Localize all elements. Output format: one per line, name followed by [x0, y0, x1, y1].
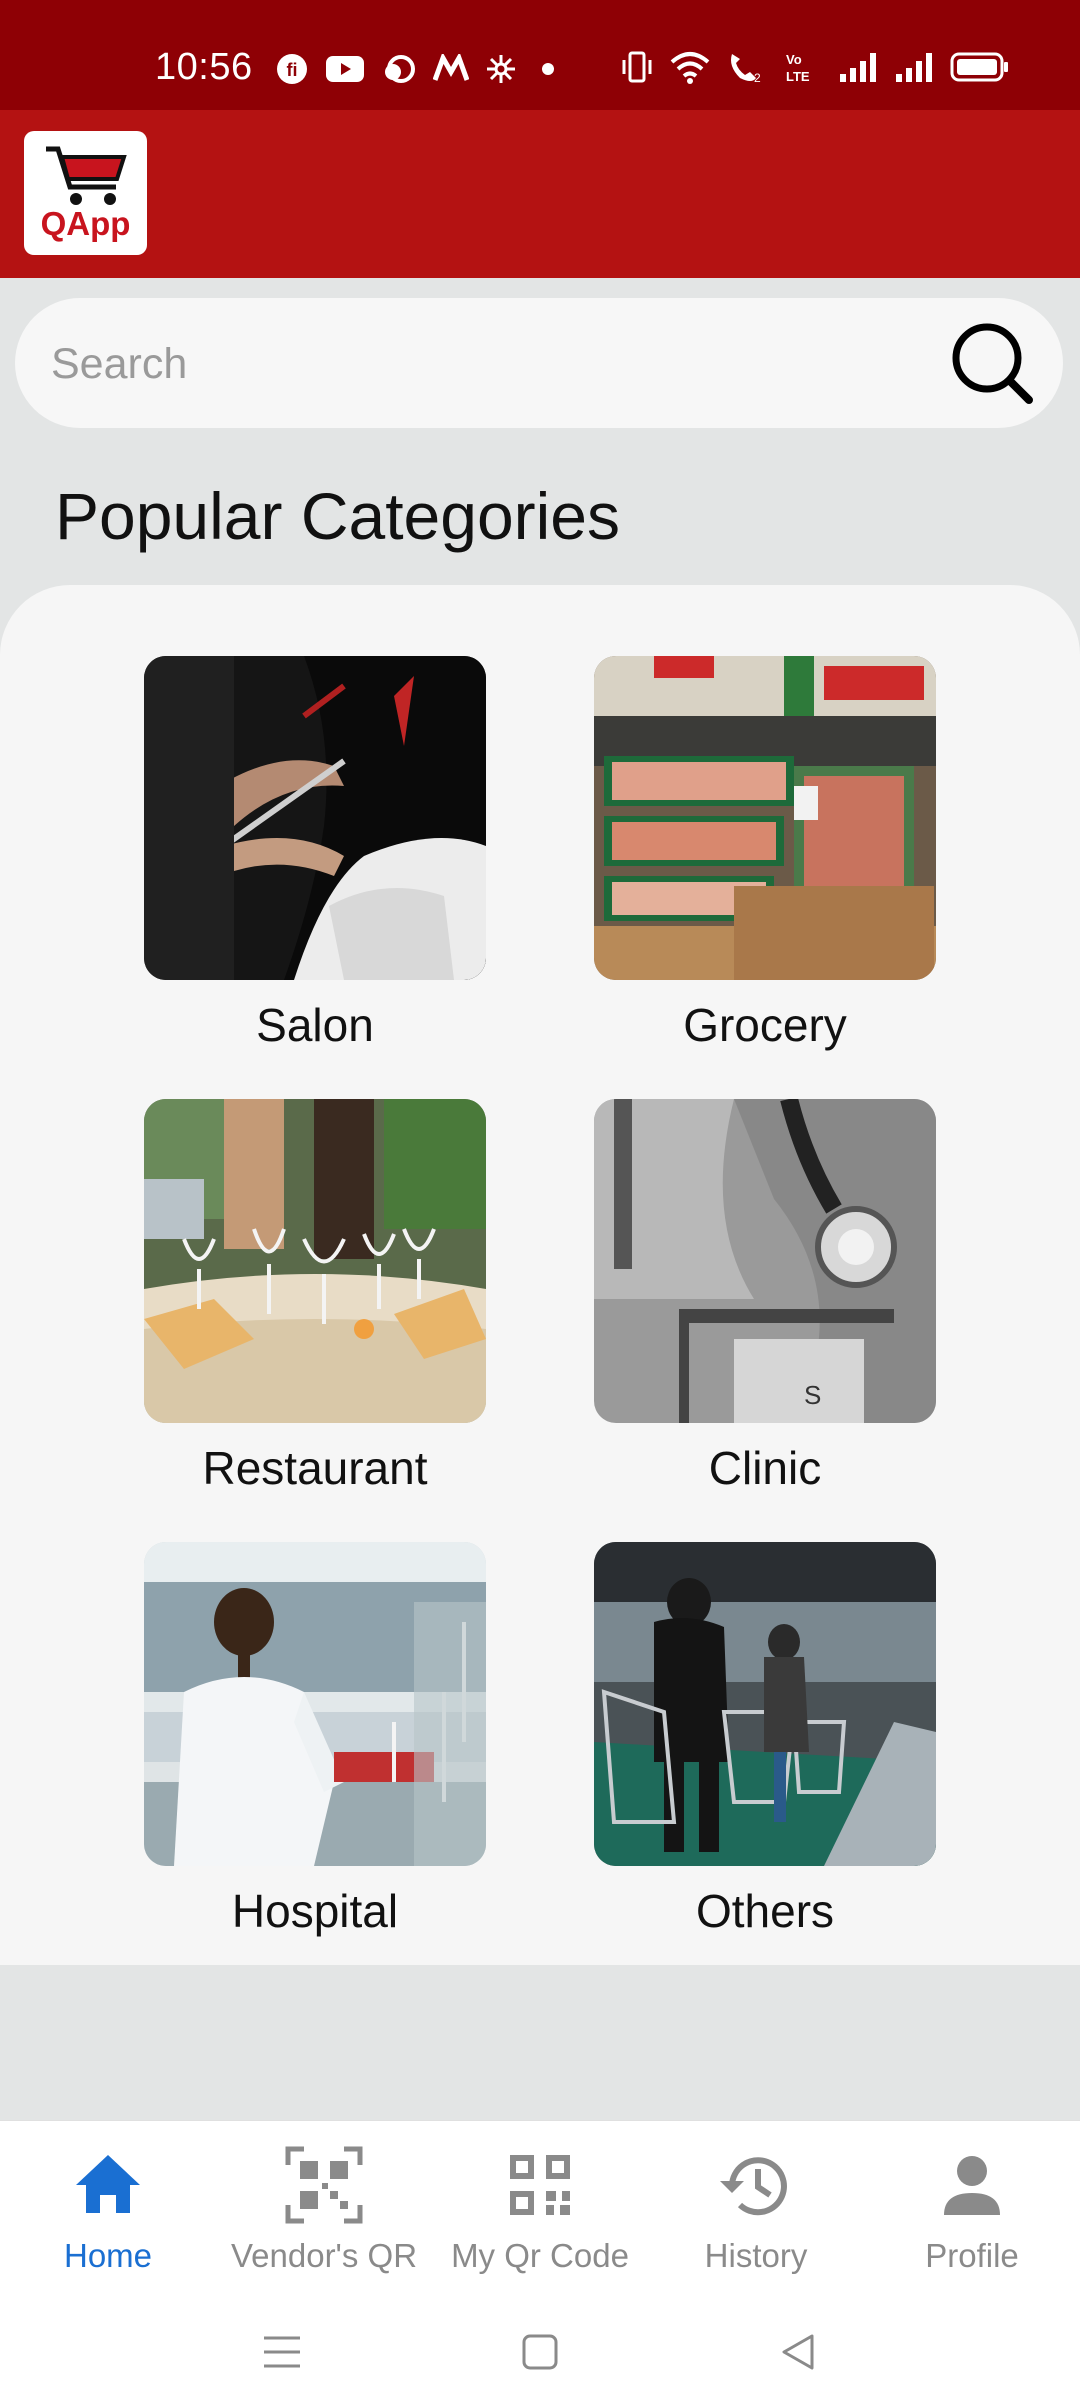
nav-profile[interactable]: Profile: [864, 2145, 1080, 2275]
categories-panel: Salon Grocery Restaurant S Clinic Hospit…: [0, 585, 1080, 1965]
signal-icon-2: [896, 53, 932, 82]
nav-my-qr-code[interactable]: My Qr Code: [432, 2145, 648, 2275]
status-time: 10:56: [155, 46, 253, 88]
app-logo[interactable]: QApp: [24, 131, 147, 255]
wifi-calling-icon: 2: [731, 54, 761, 84]
category-hospital[interactable]: Hospital: [144, 1542, 486, 1938]
system-status-icons: 2 Vo LTE: [620, 50, 1010, 84]
salon-photo: [144, 656, 486, 980]
home-square-icon[interactable]: [520, 2332, 560, 2372]
svg-text:LTE: LTE: [786, 69, 810, 84]
nav-label: Home: [63, 2237, 153, 2274]
clinic-photo: S: [594, 1099, 936, 1423]
battery-icon: [950, 52, 1008, 82]
category-label: Clinic: [708, 1442, 822, 1494]
home-icon: [76, 2155, 140, 2213]
category-label: Grocery: [683, 999, 847, 1051]
status-bar: 10:56 fi 2 Vo LTE: [0, 0, 1080, 110]
category-clinic[interactable]: S Clinic: [594, 1099, 936, 1495]
category-others[interactable]: Others: [594, 1542, 936, 1938]
others-photo: [594, 1542, 936, 1866]
qr-scan-icon: [285, 2146, 363, 2224]
category-salon[interactable]: Salon: [144, 656, 486, 1052]
section-title: Popular Categories: [55, 479, 620, 553]
category-label: Salon: [256, 999, 374, 1051]
nav-vendors-qr[interactable]: Vendor's QR: [216, 2145, 432, 2275]
notification-icons: fi: [275, 52, 563, 86]
menu-icon[interactable]: [262, 2332, 302, 2372]
category-label: Hospital: [231, 1885, 399, 1937]
category-label: Others: [695, 1885, 835, 1937]
nav-label: My Qr Code: [451, 2237, 629, 2274]
bottom-nav: Home Vendor's QR My Qr Code History Prof…: [0, 2120, 1080, 2290]
category-grocery[interactable]: Grocery: [594, 656, 936, 1052]
app-notification-icon: fi: [277, 54, 307, 84]
nav-label: Profile: [925, 2237, 1019, 2274]
person-icon: [944, 2156, 1000, 2215]
grocery-photo: [594, 656, 936, 980]
cloud-icon: [385, 55, 415, 83]
hospital-photo: [144, 1542, 486, 1866]
signal-icon-1: [840, 53, 876, 82]
youtube-icon: [326, 56, 364, 82]
category-label: Restaurant: [202, 1442, 428, 1494]
logo-text: QApp: [40, 205, 131, 242]
vibrate-icon: [622, 51, 652, 83]
nav-label: Vendor's QR: [230, 2237, 418, 2274]
system-nav-bar: [0, 2290, 1080, 2400]
dot-icon: [542, 63, 554, 75]
nav-history[interactable]: History: [648, 2145, 864, 2275]
restaurant-photo: [144, 1099, 486, 1423]
search-input[interactable]: Search: [15, 298, 1063, 428]
app-bar: QApp: [0, 110, 1080, 278]
nav-home[interactable]: Home: [0, 2145, 216, 2275]
category-restaurant[interactable]: Restaurant: [144, 1099, 486, 1495]
m-app-icon: [433, 54, 469, 81]
qr-code-icon: [510, 2155, 570, 2215]
svg-text:fi: fi: [287, 60, 298, 80]
nav-label: History: [704, 2237, 808, 2274]
history-icon: [720, 2157, 787, 2216]
svg-text:2: 2: [754, 71, 761, 84]
svg-text:S: S: [804, 1380, 821, 1410]
search-placeholder: Search: [51, 340, 188, 388]
sparkle-icon: [487, 55, 515, 83]
volte-icon: Vo LTE: [786, 52, 810, 84]
search-icon[interactable]: [949, 320, 1035, 406]
wifi-icon: [670, 52, 710, 84]
svg-text:Vo: Vo: [786, 52, 802, 67]
back-icon[interactable]: [778, 2332, 818, 2372]
